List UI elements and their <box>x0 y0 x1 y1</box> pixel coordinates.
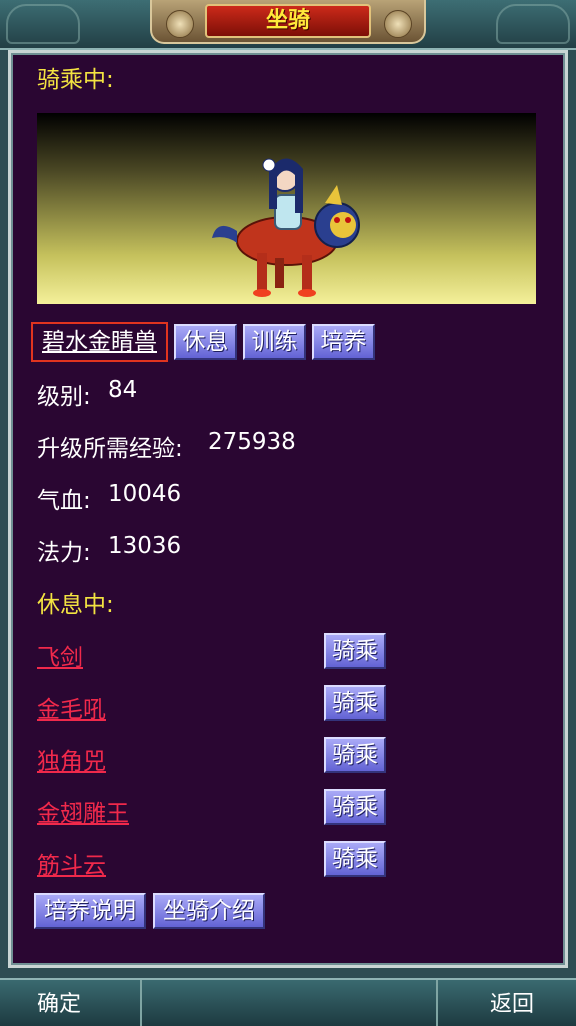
resting-section-label: 休息中: <box>37 592 114 618</box>
divider <box>140 980 142 1026</box>
page-title: 坐骑 <box>205 4 371 38</box>
back-button[interactable]: 返回 <box>490 986 534 1018</box>
stat-label: 级别: <box>37 384 91 410</box>
mount-link[interactable]: 筋斗云 <box>37 846 106 880</box>
stat-value: 275938 <box>208 429 296 455</box>
cultivate-help-button[interactable]: 培养说明 <box>34 893 146 929</box>
bottom-bar: 确定 返回 <box>0 978 576 1026</box>
ride-button[interactable]: 骑乘 <box>324 685 386 721</box>
ride-button[interactable]: 骑乘 <box>324 737 386 773</box>
divider <box>436 980 438 1026</box>
stat-label: 气血: <box>37 488 91 514</box>
stat-value: 84 <box>108 377 138 403</box>
cloud-ornament-icon <box>496 4 570 44</box>
train-button[interactable]: 训练 <box>243 324 306 360</box>
ride-button[interactable]: 骑乘 <box>324 789 386 825</box>
stat-value: 10046 <box>108 481 182 507</box>
stat-label: 法力: <box>37 540 91 566</box>
mount-sprite-icon <box>212 158 360 297</box>
mount-link[interactable]: 飞剑 <box>37 638 83 672</box>
ornament-knob-icon <box>166 10 194 38</box>
mount-link[interactable]: 金毛吼 <box>37 690 106 724</box>
mount-name-active[interactable]: 碧水金睛兽 <box>31 322 168 362</box>
ride-button[interactable]: 骑乘 <box>324 841 386 877</box>
riding-section-label: 骑乘中: <box>37 67 114 93</box>
cultivate-button[interactable]: 培养 <box>312 324 375 360</box>
mount-intro-button[interactable]: 坐骑介绍 <box>153 893 265 929</box>
stat-label: 升级所需经验: <box>37 436 183 462</box>
ride-button[interactable]: 骑乘 <box>324 633 386 669</box>
mount-link[interactable]: 独角兕 <box>37 742 106 776</box>
mount-link[interactable]: 金翅雕王 <box>37 794 129 828</box>
confirm-button[interactable]: 确定 <box>37 986 81 1018</box>
mount-preview <box>37 113 536 304</box>
stat-value: 13036 <box>108 533 182 559</box>
rest-button[interactable]: 休息 <box>174 324 237 360</box>
ornament-knob-icon <box>384 10 412 38</box>
cloud-ornament-icon <box>6 4 80 44</box>
